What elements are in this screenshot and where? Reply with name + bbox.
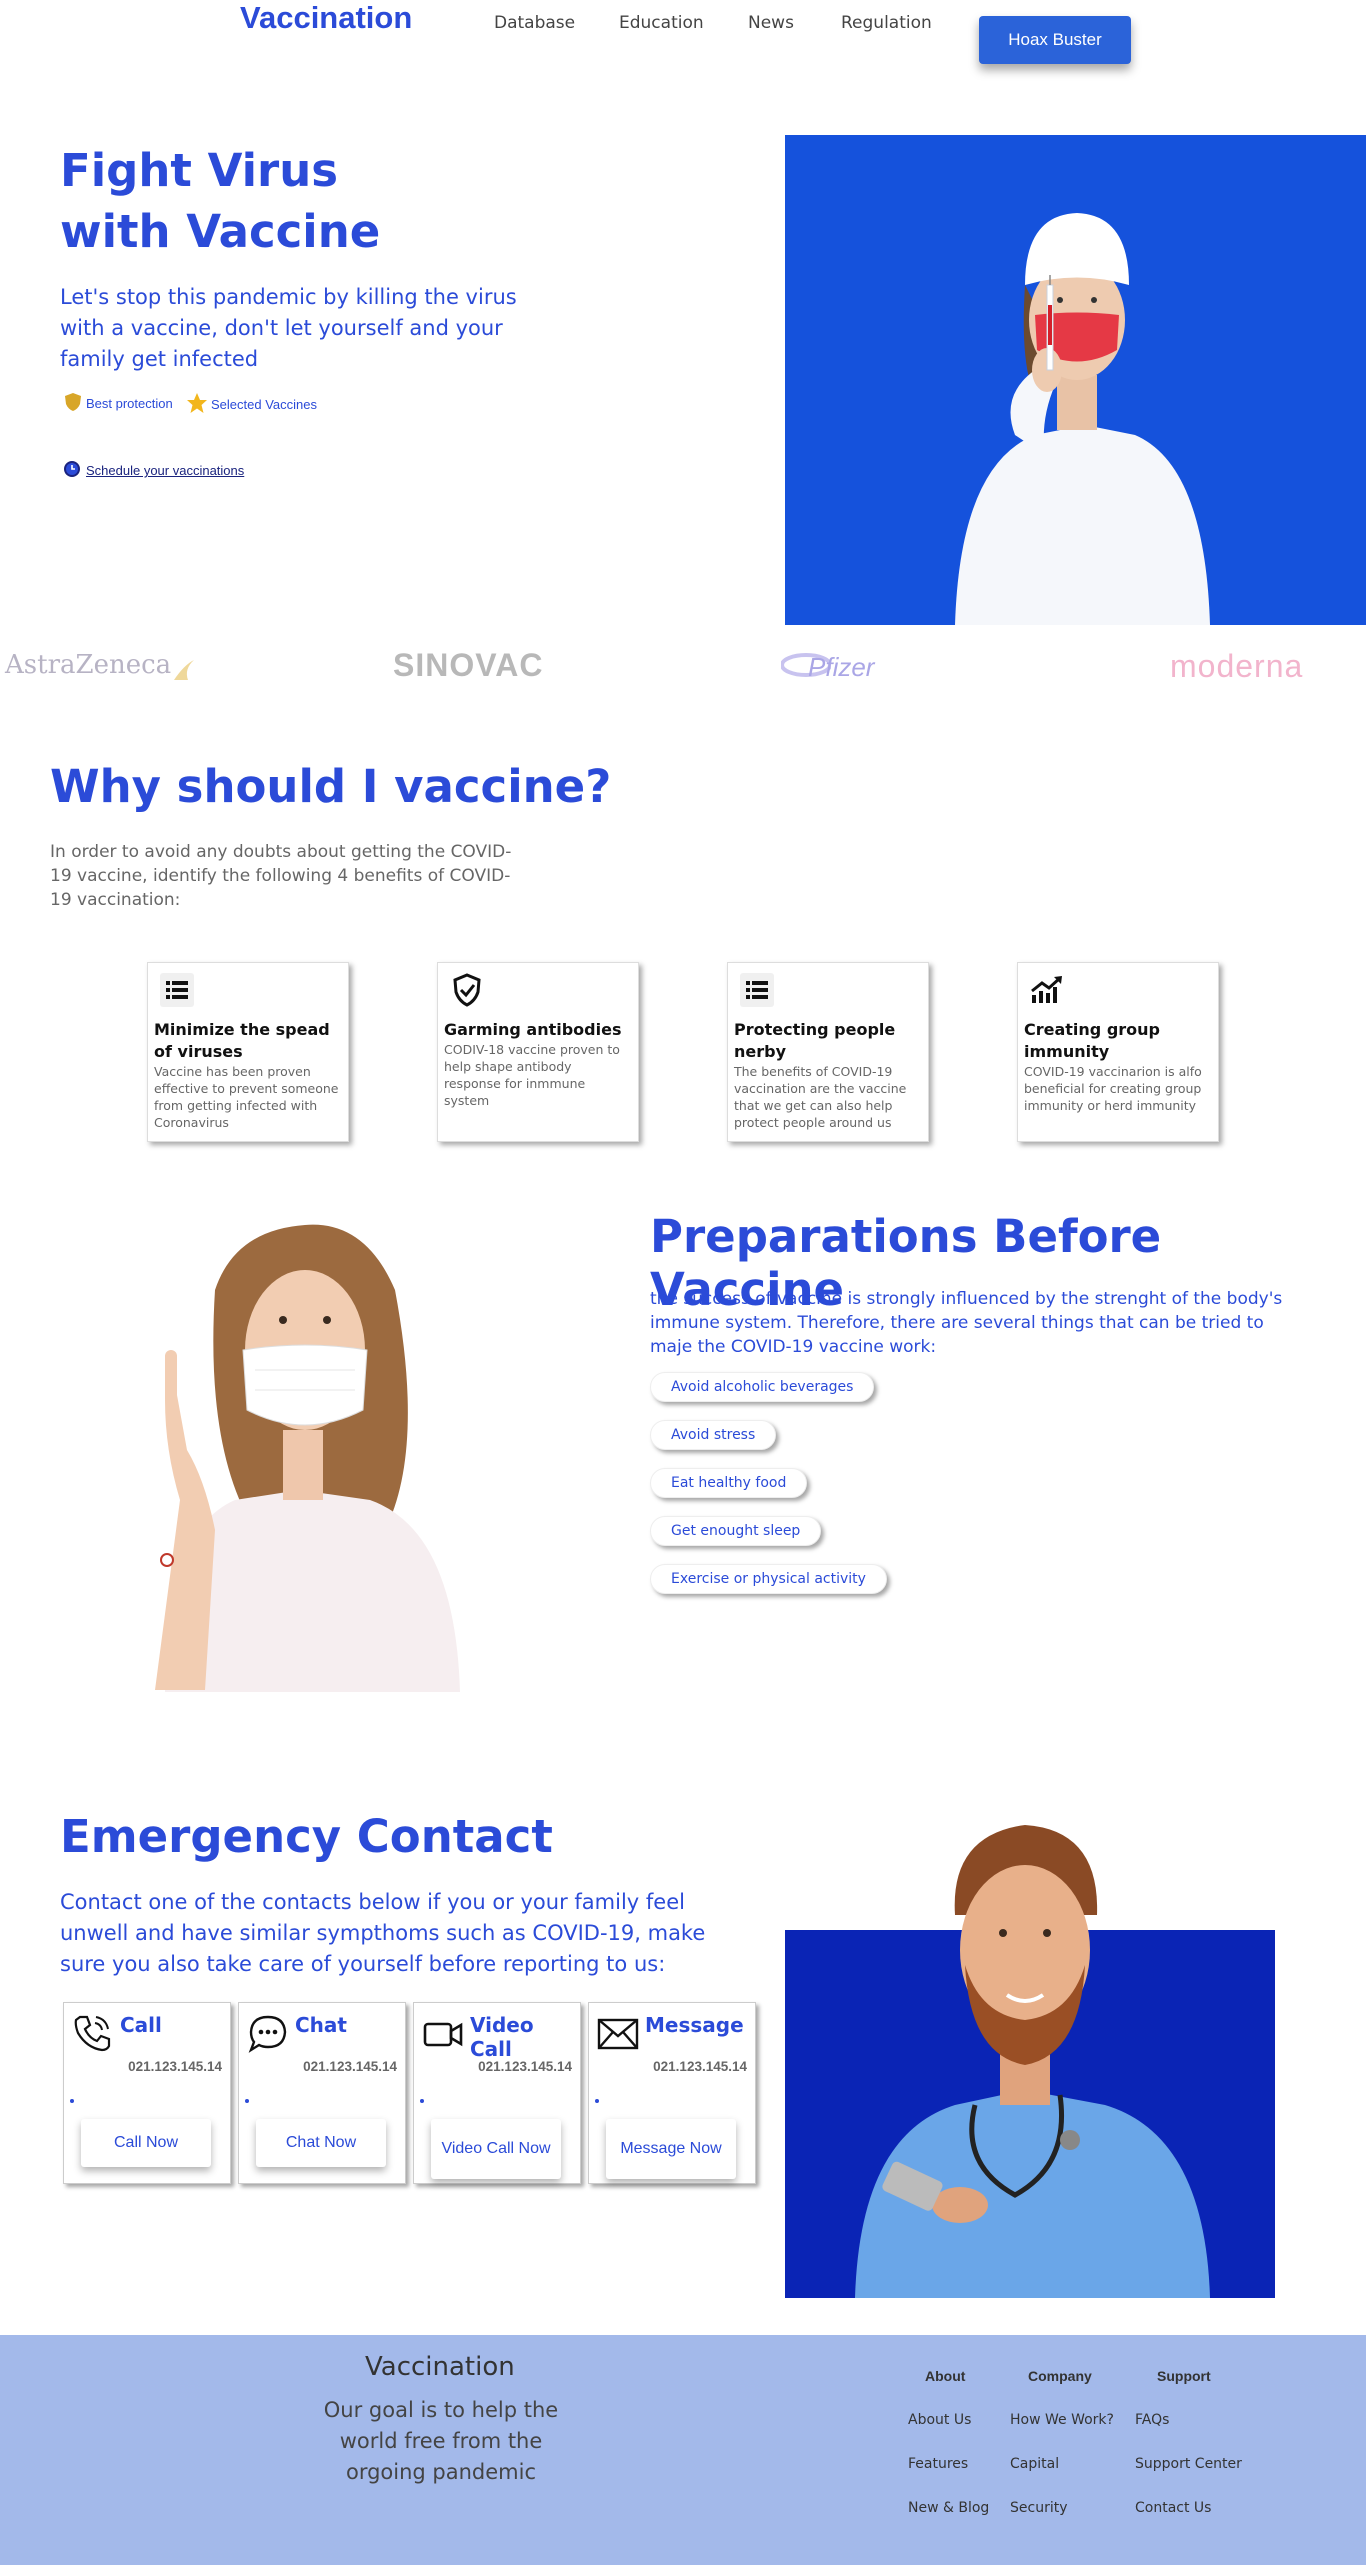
footer-link-about-us[interactable]: About Us [908,2412,971,2428]
chat-now-button[interactable]: Chat Now [256,2119,386,2167]
hoax-buster-button[interactable]: Hoax Buster [979,16,1131,64]
emergency-subtitle: Contact one of the contacts below if you… [60,1890,706,1976]
benefit-card-title: Creating group immunity [1024,1020,1161,1061]
benefit-card: Minimize the spead of viruses Vaccine ha… [147,962,349,1142]
contact-card-title: Message [645,2013,744,2037]
trend-up-icon [1030,973,1064,1007]
footer-link-support-center[interactable]: Support Center [1135,2456,1242,2472]
brand-astrazeneca: AstraZeneca [5,650,172,680]
footer-link-capital[interactable]: Capital [1010,2456,1059,2472]
site-logo[interactable]: Vaccination [240,0,412,36]
why-title: Why should I vaccine? [50,760,612,813]
badge-label: Best protection [86,396,173,411]
benefit-card: Creating group immunity COVID-19 vaccina… [1017,962,1219,1142]
footer-link-security[interactable]: Security [1010,2500,1068,2516]
footer-link-features[interactable]: Features [908,2456,968,2472]
clock-icon [63,460,81,481]
list-icon [740,973,774,1007]
prep-item-avoid-alcohol[interactable]: Avoid alcoholic beverages [650,1372,875,1402]
footer-brand: Vaccination [365,2352,515,2382]
list-bullet [245,2099,249,2103]
badge-label: Selected Vaccines [211,397,317,412]
nav-link-education[interactable]: Education [619,13,704,33]
contact-card-title: Chat [295,2013,347,2037]
benefit-card-title: Garming antibodies [444,1020,622,1039]
prep-item-avoid-stress[interactable]: Avoid stress [650,1420,777,1450]
emergency-title: Emergency Contact [60,1810,553,1863]
nav-link-news[interactable]: News [748,13,794,33]
benefit-card: Garming antibodies CODIV-18 vaccine prov… [437,962,639,1142]
nav-link-regulation[interactable]: Regulation [841,13,932,33]
doctor-with-phone-image [785,1805,1275,2298]
mail-icon [597,2017,639,2056]
nurse-with-syringe-image [785,135,1366,625]
prep-item-sleep[interactable]: Get enought sleep [650,1516,822,1546]
schedule-link-label: Schedule your vaccinations [86,463,245,478]
contact-card-title: Video Call [470,2013,534,2061]
brand-sinovac: SINOVAC [393,647,544,683]
contact-number: 021.123.145.14 [303,2059,397,2074]
benefit-card-text: CODIV-18 vaccine proven to help shape an… [444,1042,620,1108]
brand-pfizer: Pfizer [808,652,875,682]
schedule-vaccination-link[interactable]: Schedule your vaccinations [63,460,244,481]
prep-item-exercise[interactable]: Exercise or physical activity [650,1564,887,1594]
contact-number: 021.123.145.14 [653,2059,747,2074]
why-subtitle: In order to avoid any doubts about getti… [50,842,512,910]
list-bullet [70,2099,74,2103]
message-now-button[interactable]: Message Now [606,2119,736,2179]
benefit-card-title: Minimize the spead of viruses [154,1020,330,1061]
contact-card-video-call: Video Call 021.123.145.14 Video Call Now [413,2002,581,2184]
woman-with-mask-image [125,1200,475,1692]
benefit-card-text: Vaccine has been proven effective to pre… [154,1064,339,1130]
footer-heading-about: About [925,2368,966,2384]
contact-number: 021.123.145.14 [478,2059,572,2074]
phone-icon [72,2013,112,2058]
contact-card-title: Call [120,2013,162,2037]
benefit-card: Protecting people nerby The benefits of … [727,962,929,1142]
brand-moderna: moderna [1170,648,1304,684]
footer-heading-company: Company [1028,2368,1092,2384]
badge-best-protection: Best protection [63,392,173,415]
astrazeneca-swirl-icon [170,655,198,690]
shield-icon [63,392,83,415]
call-now-button[interactable]: Call Now [81,2119,211,2167]
hero-title-line1: Fight Virus [60,144,339,197]
badge-selected-vaccines: Selected Vaccines [186,392,317,417]
benefit-card-title: Protecting people nerby [734,1020,896,1061]
list-icon [160,973,194,1007]
contact-card-chat: Chat 021.123.145.14 Chat Now [238,2002,406,2184]
video-icon [422,2019,464,2054]
nav-link-database[interactable]: Database [494,13,575,33]
hero-subtitle: Let's stop this pandemic by killing the … [60,285,517,371]
shield-check-icon [450,973,484,1007]
list-bullet [420,2099,424,2103]
footer: Vaccination Our goal is to help the worl… [0,2335,1366,2565]
footer-link-contact-us[interactable]: Contact Us [1135,2500,1211,2516]
list-bullet [595,2099,599,2103]
chat-icon [247,2013,289,2060]
footer-heading-support: Support [1157,2368,1211,2384]
benefit-card-text: The benefits of COVID-19 vaccination are… [734,1064,907,1130]
contact-card-message: Message 021.123.145.14 Message Now [588,2002,756,2184]
video-call-now-button[interactable]: Video Call Now [431,2119,561,2179]
footer-link-how-we-work[interactable]: How We Work? [1010,2412,1114,2428]
prep-subtitle: the success of vaccine is strongly influ… [650,1289,1283,1357]
hero-title-line2: with Vaccine [60,205,381,258]
contact-card-call: Call 021.123.145.14 Call Now [63,2002,231,2184]
footer-link-faqs[interactable]: FAQs [1135,2412,1169,2428]
benefit-card-text: COVID-19 vaccinarion is alfo beneficial … [1024,1064,1202,1113]
prep-item-eat-healthy[interactable]: Eat healthy food [650,1468,808,1498]
contact-number: 021.123.145.14 [128,2059,222,2074]
star-icon [186,392,208,417]
footer-link-news-blog[interactable]: New & Blog [908,2500,989,2516]
hero-title: Fight Virus with Vaccine [60,140,380,262]
footer-goal: Our goal is to help the world free from … [323,2398,559,2484]
